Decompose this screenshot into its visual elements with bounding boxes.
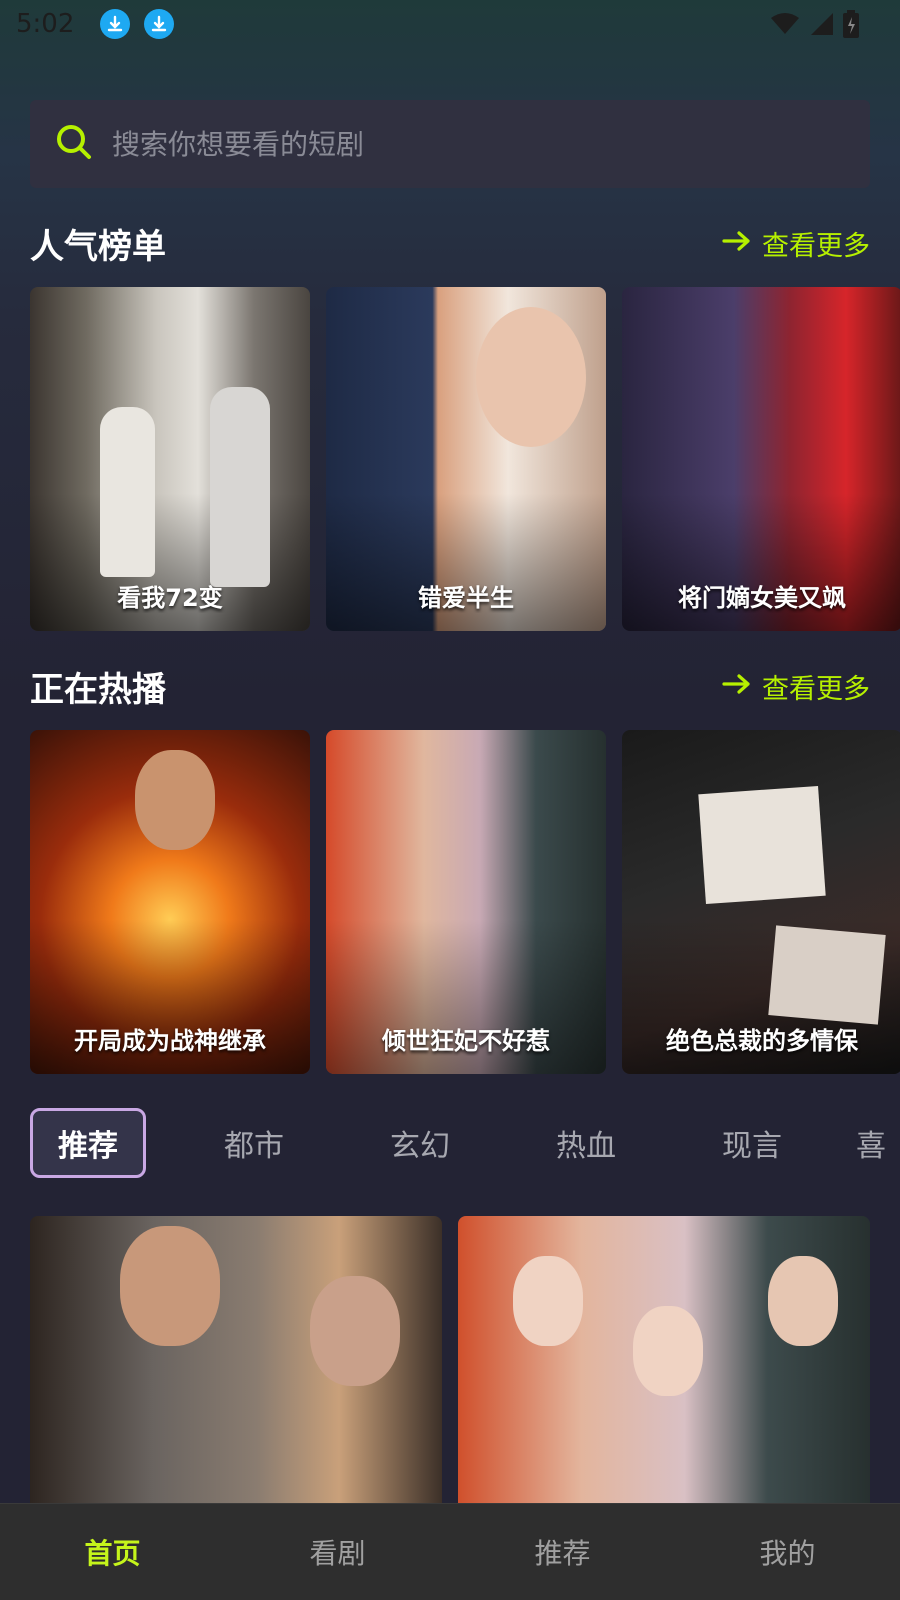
- photo-frame: [698, 785, 826, 905]
- popular-row: 看我72变 错爱半生 将门嫡女美又飒: [30, 287, 900, 631]
- section-title: 人气榜单: [30, 226, 166, 267]
- more-label: 查看更多: [762, 673, 870, 705]
- battery-icon: [842, 10, 860, 42]
- drama-title: 错爱半生: [418, 584, 514, 612]
- tab-partial[interactable]: 喜: [856, 1108, 900, 1178]
- drama-title: 绝色总裁的多情保: [666, 1027, 858, 1055]
- download-icon: [144, 9, 175, 39]
- status-time: 5:02: [16, 9, 75, 39]
- face-shape: [310, 1276, 400, 1386]
- search-icon: [54, 122, 94, 166]
- wifi-icon: [770, 12, 800, 40]
- hot-more-link[interactable]: 查看更多: [722, 667, 870, 706]
- drama-card[interactable]: 倾世狂妃不好惹: [326, 730, 606, 1074]
- download-icon: [100, 9, 131, 39]
- nav-home[interactable]: 首页: [0, 1504, 225, 1600]
- hot-section-header: 正在热播 查看更多: [30, 661, 870, 711]
- nav-recommend[interactable]: 推荐: [450, 1504, 675, 1600]
- drama-card[interactable]: 看我72变: [30, 287, 310, 631]
- hot-row: 开局成为战神继承 倾世狂妃不好惹 绝色总裁的多情保: [30, 730, 900, 1074]
- popular-more-link[interactable]: 查看更多: [722, 224, 870, 263]
- nav-profile[interactable]: 我的: [675, 1504, 900, 1600]
- tab-fantasy[interactable]: 玄幻: [362, 1108, 478, 1178]
- tab-recommend[interactable]: 推荐: [30, 1108, 146, 1178]
- signal-icon: [808, 12, 834, 40]
- tab-action[interactable]: 热血: [528, 1108, 644, 1178]
- photo-frame: [768, 925, 886, 1025]
- section-title: 正在热播: [30, 669, 166, 710]
- face-shape: [768, 1256, 838, 1346]
- drama-title: 倾世狂妃不好惹: [382, 1027, 550, 1055]
- search-input[interactable]: [112, 127, 812, 161]
- arrow-right-icon: [722, 228, 752, 259]
- face-shape: [135, 750, 215, 850]
- drama-card[interactable]: [458, 1216, 870, 1506]
- arrow-right-icon: [722, 671, 752, 702]
- figure-shape: [100, 407, 155, 577]
- drama-title: 看我72变: [117, 584, 223, 612]
- category-tabs: 推荐 都市 玄幻 热血 现言 喜: [30, 1108, 900, 1178]
- drama-title: 开局成为战神继承: [74, 1027, 266, 1055]
- popular-section-header: 人气榜单 查看更多: [30, 218, 870, 268]
- drama-card[interactable]: [30, 1216, 442, 1506]
- face-shape: [633, 1306, 703, 1396]
- bottom-nav: 首页 看剧 推荐 我的: [0, 1503, 900, 1600]
- tab-urban[interactable]: 都市: [196, 1108, 312, 1178]
- search-bar[interactable]: [30, 100, 870, 188]
- drama-card[interactable]: 绝色总裁的多情保: [622, 730, 900, 1074]
- more-label: 查看更多: [762, 230, 870, 262]
- drama-card[interactable]: 将门嫡女美又飒: [622, 287, 900, 631]
- figure-shape: [210, 387, 270, 587]
- drama-card[interactable]: 错爱半生: [326, 287, 606, 631]
- drama-title: 将门嫡女美又飒: [678, 584, 846, 612]
- face-shape: [513, 1256, 583, 1346]
- face-shape: [120, 1226, 220, 1346]
- tab-modern-romance[interactable]: 现言: [694, 1108, 810, 1178]
- drama-card[interactable]: 开局成为战神继承: [30, 730, 310, 1074]
- nav-watch[interactable]: 看剧: [225, 1504, 450, 1600]
- face-shape: [476, 307, 586, 447]
- status-bar: 5:02: [0, 0, 900, 48]
